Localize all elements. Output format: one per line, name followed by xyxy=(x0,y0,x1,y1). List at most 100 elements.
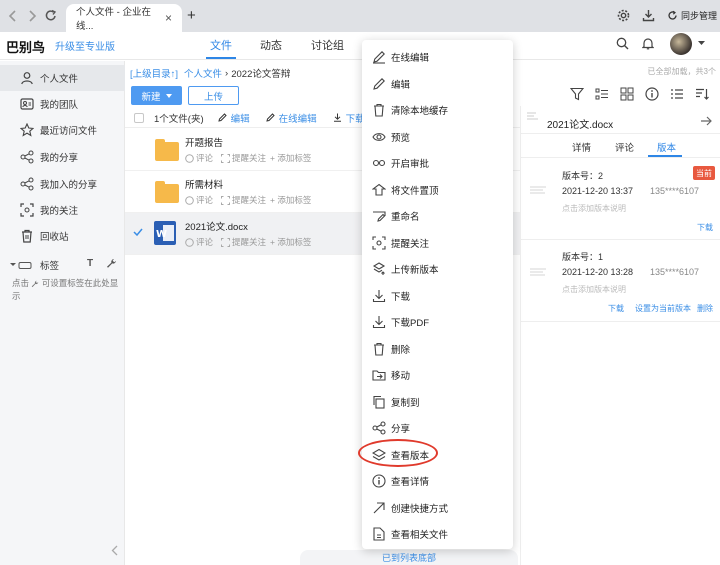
tab-details[interactable]: 详情 xyxy=(572,140,591,154)
set-current-version-link[interactable]: 设置为当前版本 xyxy=(635,303,691,314)
reload-icon[interactable] xyxy=(45,9,57,22)
menu-item-remind-follow[interactable]: 提醒关注 xyxy=(362,230,513,257)
move-icon xyxy=(372,368,386,382)
upgrade-link[interactable]: 升级至专业版 xyxy=(55,38,115,53)
sync-manager[interactable]: 同步管理 xyxy=(667,9,717,22)
add-tag-link[interactable]: + 添加标签 xyxy=(270,194,311,206)
list-view-icon[interactable] xyxy=(595,87,609,101)
chevron-down-icon[interactable] xyxy=(698,41,705,46)
menu-item-share[interactable]: 分享 xyxy=(362,415,513,442)
menu-item-label: 查看详情 xyxy=(391,477,430,489)
version-thumb-icon xyxy=(529,266,547,278)
menu-item-download-pdf[interactable]: 下载PDF xyxy=(362,309,513,336)
nav-tab-files[interactable]: 文件 xyxy=(210,37,232,53)
file-name[interactable]: 2021论文.docx xyxy=(185,219,248,233)
menu-item-clear-cache[interactable]: 清除本地缓存 xyxy=(362,97,513,124)
menu-item-copy-to[interactable]: 复制到 xyxy=(362,389,513,416)
arrow-right-icon[interactable] xyxy=(700,116,712,126)
avatar[interactable] xyxy=(670,33,692,55)
breadcrumb-up[interactable]: [上级目录↑] xyxy=(130,66,178,80)
comment-link[interactable]: 评论 xyxy=(196,236,213,248)
comment-icon xyxy=(185,237,194,247)
menu-item-move[interactable]: 移动 xyxy=(362,362,513,389)
sort-icon[interactable] xyxy=(695,87,709,101)
version-note-hint[interactable]: 点击添加版本说明 xyxy=(562,203,626,214)
comment-link[interactable]: 评论 xyxy=(196,194,213,206)
sidebar-item-recent[interactable]: 最近访问文件 xyxy=(0,117,125,143)
gear-icon[interactable] xyxy=(617,9,630,22)
file-name[interactable]: 所需材料 xyxy=(185,177,223,191)
menu-item-rename[interactable]: 重命名 xyxy=(362,203,513,230)
download-action[interactable]: 下载 xyxy=(333,111,365,125)
list-end-note: 已到列表底部 xyxy=(300,550,518,565)
nav-tab-activity[interactable]: 动态 xyxy=(260,37,282,53)
sidebar-item-my-team[interactable]: 我的团队 xyxy=(0,91,125,117)
menu-item-create-shortcut[interactable]: 创建快捷方式 xyxy=(362,495,513,522)
download-icon[interactable] xyxy=(642,9,655,22)
sidebar-item-label: 回收站 xyxy=(40,232,69,243)
menu-item-upload-new-version[interactable]: 上传新版本 xyxy=(362,256,513,283)
row-checkbox[interactable] xyxy=(133,145,143,155)
upload-button[interactable]: 上传 xyxy=(188,86,239,105)
sidebar-item-joined-shares[interactable]: 我加入的分享 xyxy=(0,171,125,197)
bell-icon[interactable] xyxy=(642,37,654,50)
delete-version-link[interactable]: 删除 xyxy=(697,303,713,314)
breadcrumb-parent[interactable]: 个人文件 xyxy=(184,66,222,80)
menu-item-pin-top[interactable]: 将文件置顶 xyxy=(362,177,513,204)
checkmark-icon[interactable] xyxy=(133,227,143,237)
menu-item-label: 删除 xyxy=(391,344,411,356)
grid-view-icon[interactable] xyxy=(620,87,634,101)
sidebar-item-personal-files[interactable]: 个人文件 xyxy=(0,65,125,91)
back-icon[interactable] xyxy=(8,10,18,22)
trash-icon xyxy=(372,103,386,117)
version-note-hint[interactable]: 点击添加版本说明 xyxy=(562,284,626,295)
filter-icon[interactable] xyxy=(570,87,584,101)
version-number: 版本号：1 xyxy=(562,252,604,262)
browser-tab[interactable]: 个人文件 - 企业在线... × xyxy=(66,4,182,32)
sidebar-item-my-shares[interactable]: 我的分享 xyxy=(0,144,125,170)
file-name[interactable]: 开题报告 xyxy=(185,135,223,149)
info-icon[interactable] xyxy=(645,87,659,101)
follow-link[interactable]: 提醒关注 xyxy=(232,194,266,206)
online-edit-action[interactable]: 在线编辑 xyxy=(265,111,317,125)
tab-close-icon[interactable]: × xyxy=(165,11,172,25)
menu-item-online-edit[interactable]: 在线编辑 xyxy=(362,44,513,71)
nav-tab-discussion[interactable]: 讨论组 xyxy=(311,37,344,53)
collapse-sidebar-icon[interactable] xyxy=(111,545,118,556)
tab-versions[interactable]: 版本 xyxy=(657,140,676,154)
new-button[interactable]: 新建 xyxy=(131,86,182,105)
menu-item-edit[interactable]: 编辑 xyxy=(362,71,513,98)
search-icon[interactable] xyxy=(616,37,629,50)
sidebar-item-follows[interactable]: 我的关注 xyxy=(0,197,125,223)
new-tab-button[interactable]: + xyxy=(187,7,196,24)
wrench-icon[interactable] xyxy=(106,258,117,269)
menu-item-preview[interactable]: 预览 xyxy=(362,124,513,151)
pencil-icon xyxy=(265,113,275,122)
menu-item-approval[interactable]: 开启审批 xyxy=(362,150,513,177)
tab-comments[interactable]: 评论 xyxy=(615,140,634,154)
focus-icon xyxy=(20,203,34,217)
sidebar-item-recycle-bin[interactable]: 回收站 xyxy=(0,223,125,249)
svg-text:W: W xyxy=(156,229,167,240)
forward-icon[interactable] xyxy=(27,10,37,22)
divider xyxy=(520,133,720,134)
approval-icon xyxy=(372,156,386,170)
tags-header[interactable]: 标签 xyxy=(10,258,59,272)
version-download-link[interactable]: 下载 xyxy=(697,222,713,233)
menu-item-label: 复制到 xyxy=(391,397,420,409)
menu-item-delete[interactable]: 删除 xyxy=(362,336,513,363)
add-tag-link[interactable]: + 添加标签 xyxy=(270,152,311,164)
comment-link[interactable]: 评论 xyxy=(196,152,213,164)
follow-link[interactable]: 提醒关注 xyxy=(232,236,266,248)
version-download-link[interactable]: 下载 xyxy=(608,303,624,314)
menu-item-download[interactable]: 下载 xyxy=(362,283,513,310)
follow-link[interactable]: 提醒关注 xyxy=(232,152,266,164)
eye-icon xyxy=(372,130,386,144)
sort-list-icon[interactable] xyxy=(670,87,684,101)
select-all-checkbox[interactable] xyxy=(134,112,144,123)
menu-item-related-files[interactable]: 查看相关文件 xyxy=(362,521,513,548)
add-tag-link[interactable]: + 添加标签 xyxy=(270,236,311,248)
menu-item-view-details[interactable]: 查看详情 xyxy=(362,468,513,495)
tag-filter-icon[interactable]: T xyxy=(87,258,93,269)
edit-action[interactable]: 编辑 xyxy=(217,111,250,125)
